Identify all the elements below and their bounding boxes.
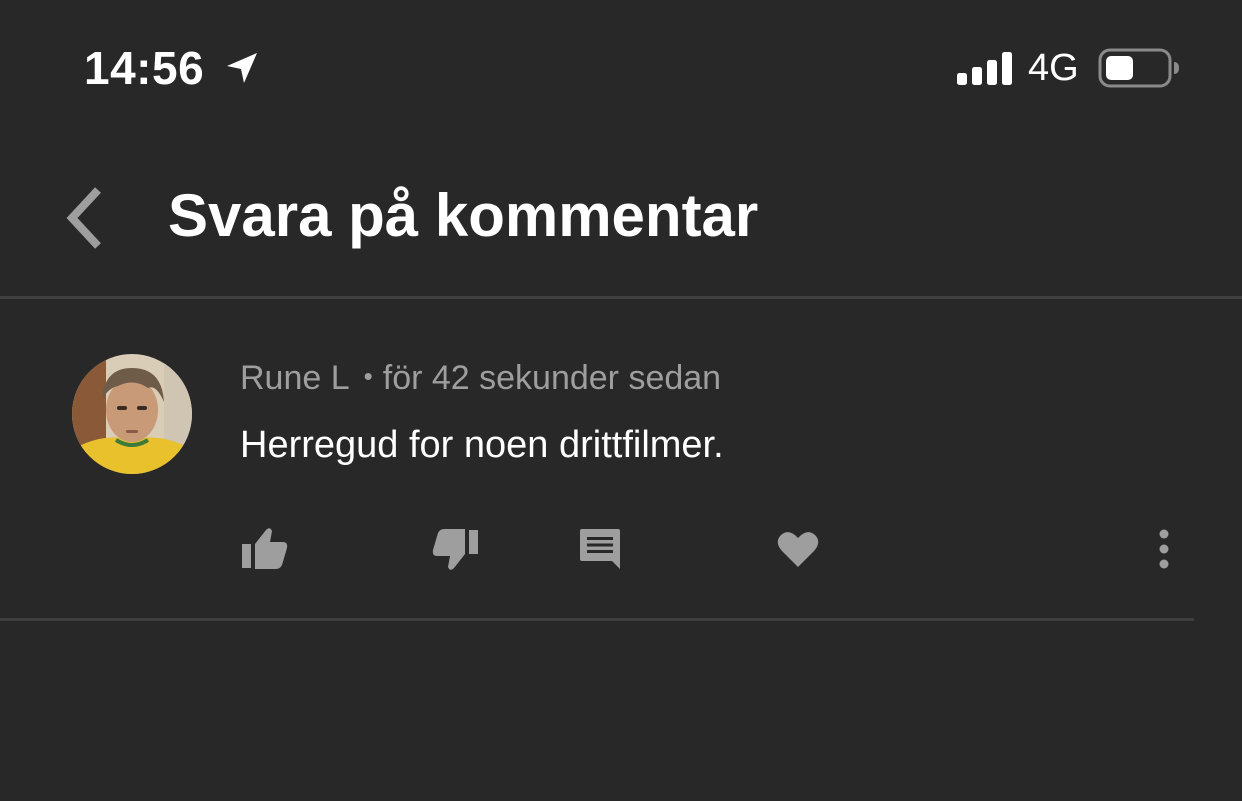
thumbs-up-icon [242,528,288,569]
comment-text: Herregud for noen drittfilmer. [240,424,724,466]
location-arrow-icon [224,50,260,86]
heart-icon [777,532,819,567]
signal-bars-icon [956,50,1014,86]
more-options-button[interactable] [1134,521,1194,577]
back-button[interactable] [54,182,118,254]
more-vertical-icon [1159,529,1169,569]
dislike-button[interactable] [426,521,486,577]
heart-button[interactable] [768,521,828,577]
header: Svara på kommentar [0,130,1242,298]
reply-button[interactable] [570,521,630,577]
avatar[interactable] [72,354,192,474]
comment-timestamp: för 42 sekunder sedan [382,359,722,397]
page-title: Svara på kommentar [168,182,759,249]
status-time: 14:56 [84,42,205,94]
network-type-label: 4G [1028,47,1079,89]
comment-divider [0,618,1194,621]
status-bar: 14:56 4G [0,0,1242,130]
comment-meta: Rune L • för 42 sekunder sedan [240,357,721,401]
comment-author[interactable]: Rune L [240,359,350,397]
meta-separator: • [363,361,373,391]
chevron-left-icon [66,187,101,249]
like-button[interactable] [234,521,294,577]
comment-icon [580,529,620,569]
thumbs-down-icon [432,529,478,570]
battery-icon [1098,48,1180,88]
comment: Rune L • för 42 sekunder sedan Herregud fo… [0,299,1242,619]
